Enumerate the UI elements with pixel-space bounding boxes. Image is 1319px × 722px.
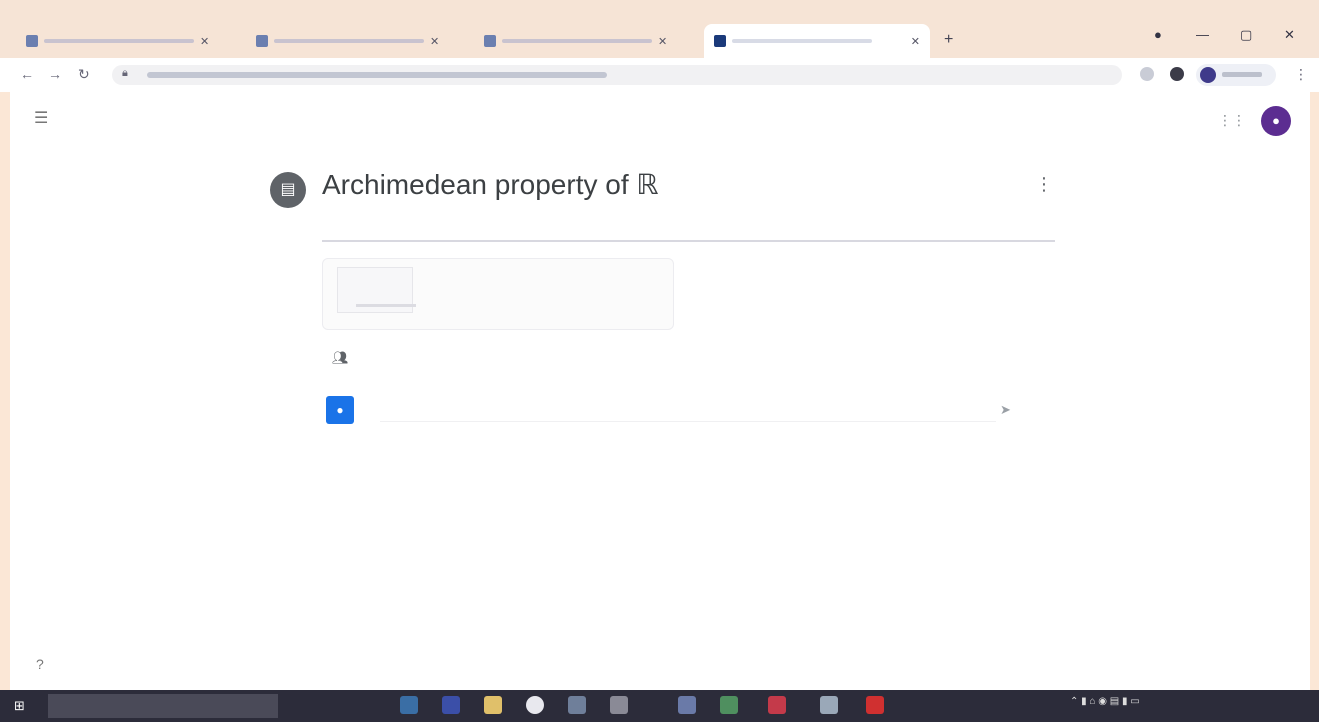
tab-favicon-icon (714, 35, 726, 47)
hamburger-menu-icon[interactable]: ☰ (34, 108, 48, 128)
taskbar-app-icon[interactable] (610, 696, 628, 714)
maximize-icon[interactable]: ▢ (1240, 27, 1252, 43)
url-text (147, 72, 607, 78)
taskbar-app-icon[interactable] (678, 696, 696, 714)
avatar[interactable]: ● (1261, 106, 1291, 136)
profile-label (1222, 72, 1262, 77)
address-bar-row: ← → ↻ 🔒︎ ⋮ (0, 58, 1319, 92)
browser-menu-icon[interactable]: ⋮ (1294, 66, 1308, 83)
reload-icon[interactable]: ↻ (78, 66, 90, 83)
send-icon[interactable]: ➤ (1000, 402, 1011, 418)
people-icon: 👥︎ (332, 350, 349, 365)
back-arrow-icon[interactable]: ← (20, 66, 34, 82)
browser-tab[interactable]: ✕ (474, 24, 677, 58)
browser-tab[interactable]: ✕ (246, 24, 449, 58)
extensions-icon[interactable] (1140, 67, 1154, 81)
tab-close-icon[interactable]: ✕ (911, 35, 920, 48)
user-avatar-icon: ● (326, 396, 354, 424)
browser-tab[interactable]: ✕ (16, 24, 219, 58)
apps-grid-icon[interactable]: ⋮⋮ (1218, 112, 1246, 129)
assignment-title: Archimedean property of ℝ (322, 169, 659, 200)
chrome-icon[interactable] (526, 696, 544, 714)
tab-search-icon[interactable]: ● (1154, 27, 1162, 42)
tab-title (732, 39, 872, 43)
taskbar-app-icon[interactable] (442, 696, 460, 714)
forward-arrow-icon[interactable]: → (48, 66, 62, 82)
taskbar-search-input[interactable] (48, 694, 278, 718)
tab-title (274, 39, 424, 43)
file-explorer-icon[interactable] (484, 696, 502, 714)
taskbar-app-icon[interactable] (820, 696, 838, 714)
profile-chip[interactable] (1196, 64, 1276, 86)
close-window-icon[interactable]: ✕ (1284, 27, 1295, 43)
thumbnail-line (356, 304, 416, 307)
tab-close-icon[interactable]: ✕ (200, 35, 209, 48)
tab-favicon-icon (256, 35, 268, 47)
attachment-card[interactable] (322, 258, 674, 330)
browser-tab-active[interactable]: ✕ (704, 24, 930, 58)
tab-title (44, 39, 194, 43)
minimize-icon[interactable]: — (1196, 27, 1209, 42)
tab-close-icon[interactable]: ✕ (430, 35, 439, 48)
system-tray[interactable]: ⌃ ▮ ⌂ ◉ ▤ ▮ ▭ (1070, 696, 1140, 716)
windows-taskbar: ⊞ ⌃ ▮ ⌂ ◉ ▤ ▮ ▭ (0, 690, 1319, 722)
more-options-icon[interactable]: ⋮ (1035, 174, 1053, 195)
comment-input[interactable] (380, 400, 996, 422)
classroom-page: ☰ ⋮⋮ ● ▤ Archimedean property of ℝ ⋮ 👥︎ … (10, 92, 1310, 692)
omnibox[interactable]: 🔒︎ (112, 65, 1122, 85)
taskbar-app-icon[interactable] (768, 696, 786, 714)
tab-title (502, 39, 652, 43)
taskbar-app-icon[interactable] (568, 696, 586, 714)
taskbar-app-icon[interactable] (866, 696, 884, 714)
tab-favicon-icon (484, 35, 496, 47)
app-header: ☰ ⋮⋮ ● (10, 92, 1310, 152)
browser-tab-strip: ✕ ✕ ✕ ✕ + ● — ▢ ✕ (0, 0, 1319, 58)
new-tab-plus-icon[interactable]: + (944, 31, 953, 49)
windows-start-icon[interactable]: ⊞ (14, 699, 28, 713)
assignment-icon: ▤ (270, 172, 306, 208)
task-view-icon[interactable] (400, 696, 418, 714)
taskbar-app-icon[interactable] (720, 696, 738, 714)
tab-favicon-icon (26, 35, 38, 47)
extension-icon[interactable] (1170, 67, 1184, 81)
lock-icon[interactable]: 🔒︎ (122, 67, 128, 80)
comment-composer: ● ➤ (322, 394, 1055, 430)
help-icon[interactable]: ? (36, 656, 44, 672)
attachment-thumbnail (337, 267, 416, 313)
profile-avatar-icon (1200, 67, 1216, 83)
title-divider (322, 240, 1055, 242)
tab-close-icon[interactable]: ✕ (658, 35, 667, 48)
